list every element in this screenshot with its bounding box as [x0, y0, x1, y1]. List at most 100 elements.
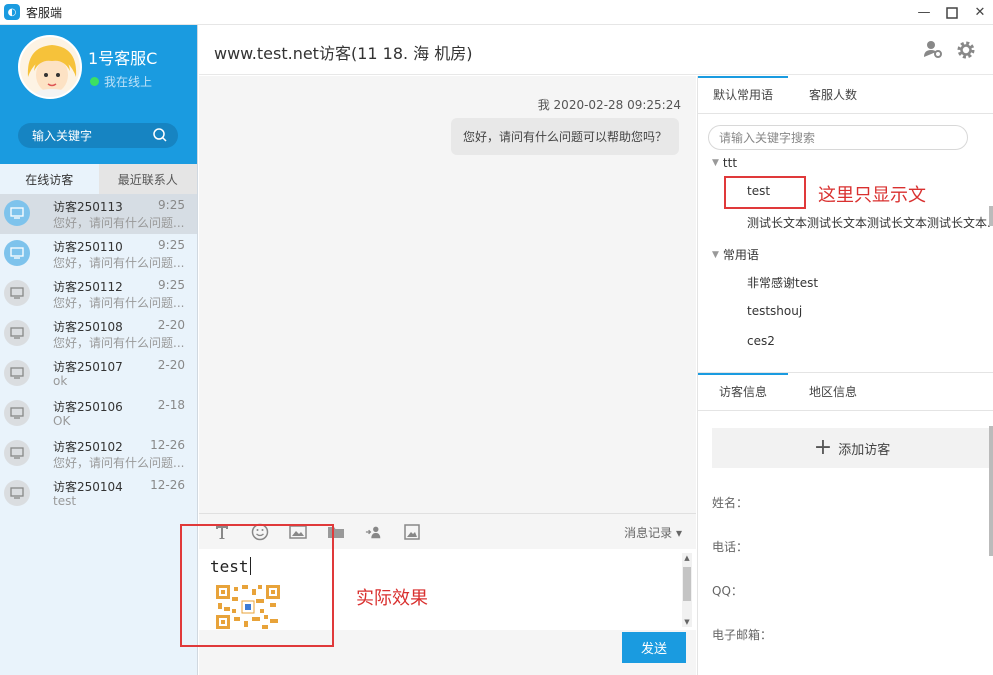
tab-agent-count[interactable]: 客服人数: [788, 76, 878, 113]
chat-messages: 我 2020-02-28 09:25:24 您好，请问有什么问题可以帮助您吗？: [199, 76, 696, 513]
chevron-down-icon: ▾: [675, 526, 682, 540]
annotation-box-display: [724, 176, 806, 209]
phrase-group-label: ttt: [722, 156, 738, 170]
annotation-box-result: [180, 524, 334, 647]
visitor-time: 2-20: [157, 318, 185, 332]
visitor-name: 访客250110: [53, 240, 123, 254]
field-email-label: 电子邮箱：: [712, 628, 773, 642]
info-tabs: 访客信息 地区信息: [698, 373, 993, 411]
list-item[interactable]: 访客250106 2-18 OK: [0, 394, 197, 434]
field-name-label: 姓名：: [712, 496, 749, 510]
visitor-name: 访客250108: [53, 320, 123, 334]
info-scrollbar[interactable]: [989, 426, 993, 556]
tab-recent-contacts[interactable]: 最近联系人: [98, 164, 197, 194]
add-visitor-label: 添加访客: [838, 442, 891, 458]
monitor-icon: [4, 280, 30, 306]
visitor-time: 9:25: [158, 278, 185, 292]
message-history-button[interactable]: 消息记录 ▾: [624, 524, 682, 541]
tab-visitor-info[interactable]: 访客信息: [698, 373, 788, 410]
phrase-item[interactable]: ces2: [747, 334, 775, 348]
monitor-icon: [4, 320, 30, 346]
phrases-tabs: 默认常用语 客服人数: [698, 76, 993, 114]
visitor-name: 访客250102: [53, 440, 123, 454]
list-item[interactable]: 访客250113 9:25 您好，请问有什么问题...: [0, 194, 197, 234]
tab-region-info[interactable]: 地区信息: [788, 373, 878, 410]
gear-icon[interactable]: [955, 39, 977, 61]
visitor-search-input[interactable]: 输入关键字: [18, 123, 178, 148]
visitor-name: 访客250106: [53, 400, 123, 414]
phrase-item[interactable]: 测试长文本测试长文本测试长文本测试长文本...: [747, 214, 992, 231]
list-item[interactable]: 访客250104 12-26 test: [0, 474, 197, 514]
send-button[interactable]: 发送: [622, 632, 686, 663]
tab-online-visitors[interactable]: 在线访客: [0, 164, 99, 194]
visitor-name: 访客250104: [53, 480, 123, 494]
phrase-search-placeholder: 请输入关键字搜索: [719, 131, 816, 145]
visitor-last-message: test: [53, 494, 77, 508]
user-settings-icon[interactable]: [923, 39, 943, 59]
scroll-up-icon[interactable]: ▲: [682, 553, 692, 563]
visitor-time: 2-18: [157, 398, 185, 412]
annotation-text-display: 这里只显示文: [818, 185, 926, 206]
visitor-last-message: ok: [53, 374, 68, 388]
right-panel: 默认常用语 客服人数 请输入关键字搜索 ▼ ttt test 测试长文本测试长文…: [697, 76, 993, 675]
maximize-icon[interactable]: [945, 6, 959, 20]
tab-default-phrases[interactable]: 默认常用语: [698, 76, 788, 113]
list-item[interactable]: 访客250107 2-20 ok: [0, 354, 197, 394]
phrase-item[interactable]: testshouj: [747, 304, 802, 318]
visitor-time: 2-20: [157, 358, 185, 372]
field-qq-label: QQ：: [712, 584, 743, 598]
monitor-icon: [4, 480, 30, 506]
visitor-last-message: 您好，请问有什么问题...: [53, 296, 185, 310]
visitor-name: 访客250112: [53, 280, 123, 294]
visitor-time: 9:25: [158, 198, 185, 212]
input-scrollbar[interactable]: ▲ ▼: [682, 553, 692, 627]
scroll-thumb[interactable]: [683, 567, 691, 601]
phrase-group-ttt[interactable]: ▼ ttt: [712, 156, 737, 170]
message-sender-time: 我 2020-02-28 09:25:24: [537, 98, 681, 112]
phrase-item[interactable]: 非常感谢test: [747, 274, 818, 291]
agent-profile: 1号客服C 我在线上 输入关键字: [0, 25, 197, 164]
expand-triangle-icon: ▼: [712, 249, 719, 260]
add-visitor-button[interactable]: + 添加访客: [712, 428, 992, 468]
monitor-icon: [4, 240, 30, 266]
message-history-label: 消息记录: [624, 526, 673, 540]
sidebar: 1号客服C 我在线上 输入关键字 在线访客 最近联系人 访客250113 9:2…: [0, 25, 198, 675]
message-bubble: 您好，请问有什么问题可以帮助您吗？: [450, 118, 679, 155]
visitor-last-message: 您好，请问有什么问题...: [53, 256, 185, 270]
phrases-scrollbar[interactable]: [989, 206, 993, 226]
phrase-group-label: 常用语: [722, 248, 759, 262]
avatar[interactable]: [18, 35, 82, 99]
phrase-group-common[interactable]: ▼ 常用语: [712, 246, 759, 263]
visitor-name: 访客250107: [53, 360, 123, 374]
list-item[interactable]: 访客250110 9:25 您好，请问有什么问题...: [0, 234, 197, 274]
field-phone-label: 电话：: [712, 540, 749, 554]
agent-name: 1号客服C: [88, 49, 158, 68]
online-status-icon: [90, 77, 99, 86]
chat-header: www.test.net访客(11 18. 海 机房): [199, 25, 993, 75]
visitor-time: 12-26: [150, 478, 185, 492]
chat-title: www.test.net访客(11 18. 海 机房): [214, 44, 473, 63]
visitor-last-message: 您好，请问有什么问题...: [53, 336, 185, 350]
monitor-icon: [4, 200, 30, 226]
list-item[interactable]: 访客250108 2-20 您好，请问有什么问题...: [0, 314, 197, 354]
visitor-time: 9:25: [158, 238, 185, 252]
title-bar: ◐ 客服端 — ✕: [0, 0, 993, 25]
plus-icon: +: [813, 435, 833, 460]
monitor-icon: [4, 360, 30, 386]
scroll-down-icon[interactable]: ▼: [682, 617, 692, 627]
screenshot-icon[interactable]: [403, 523, 421, 541]
expand-triangle-icon: ▼: [712, 158, 719, 168]
list-item[interactable]: 访客250102 12-26 您好，请问有什么问题...: [0, 434, 197, 474]
list-item[interactable]: 访客250112 9:25 您好，请问有什么问题...: [0, 274, 197, 314]
visitor-last-message: OK: [53, 414, 71, 428]
close-icon[interactable]: ✕: [973, 6, 987, 20]
agent-status[interactable]: 我在线上: [104, 73, 152, 90]
visitor-last-message: 您好，请问有什么问题...: [53, 216, 185, 230]
search-icon[interactable]: [152, 127, 168, 143]
minimize-icon[interactable]: —: [917, 6, 931, 20]
app-logo-icon: ◐: [4, 4, 20, 20]
visitor-last-message: 您好，请问有什么问题...: [53, 456, 185, 470]
annotation-text-result: 实际效果: [356, 588, 428, 609]
transfer-icon[interactable]: [365, 523, 383, 541]
phrase-search-input[interactable]: 请输入关键字搜索: [708, 125, 968, 150]
